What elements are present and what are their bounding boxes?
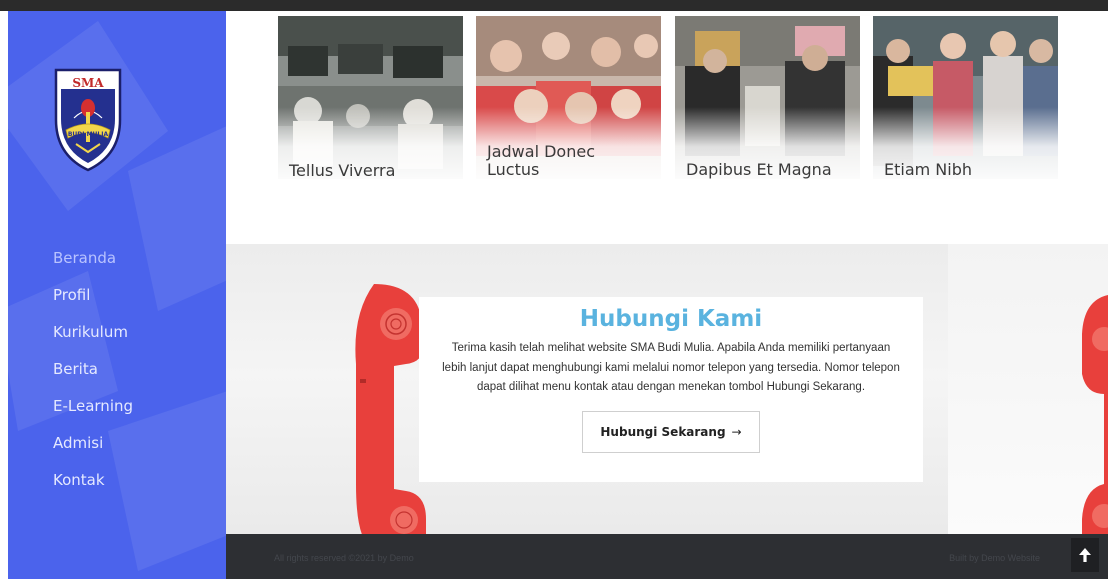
contact-title: Hubungi Kami (579, 306, 763, 332)
nav-item-beranda[interactable]: Beranda (8, 248, 226, 285)
telephone-handset-icon (1082, 295, 1108, 534)
contact-now-button[interactable]: Hubungi Sekarang → (582, 410, 760, 453)
contact-description: Terima kasih telah melihat website SMA B… (442, 342, 900, 393)
gallery-section: Tellus Viverra Jadwal Donec Luctus Dapib… (226, 11, 1108, 244)
arrow-up-icon (1079, 548, 1091, 562)
nav-item-kurikulum[interactable]: Kurikulum (8, 322, 226, 359)
nav-item-profil[interactable]: Profil (8, 285, 226, 322)
main-nav: Beranda Profil Kurikulum Berita E-Learni… (8, 248, 226, 507)
footer-copyright: All rights reserved ©2021 by Demo (274, 553, 414, 563)
gallery-card[interactable]: Jadwal Donec Luctus (476, 16, 661, 179)
card-caption: Dapibus Et Magna (686, 160, 832, 179)
contact-section: Hubungi Kami Terima kasih telah melihat … (226, 244, 1108, 534)
footer-credit[interactable]: Built by Demo Website (949, 553, 1040, 563)
scroll-to-top-button[interactable] (1071, 538, 1099, 572)
school-crest-icon[interactable]: SMA BUDI MULIA (52, 60, 124, 172)
nav-item-admisi[interactable]: Admisi (8, 433, 226, 470)
svg-text:SMA: SMA (72, 76, 104, 90)
nav-item-berita[interactable]: Berita (8, 359, 226, 396)
svg-text:BUDI MULIA: BUDI MULIA (68, 131, 109, 138)
card-caption: Jadwal Donec Luctus (487, 142, 595, 179)
gallery-card[interactable]: Dapibus Et Magna (675, 16, 860, 179)
footer: All rights reserved ©2021 by Demo Built … (226, 534, 1108, 579)
gallery-card[interactable]: Etiam Nibh (873, 16, 1058, 179)
sidebar: SMA BUDI MULIA Beranda Profil Kurikulum … (8, 11, 226, 579)
page: SMA BUDI MULIA Beranda Profil Kurikulum … (0, 0, 1108, 579)
card-caption: Etiam Nibh (884, 160, 973, 179)
contact-card: Hubungi Kami Terima kasih telah melihat … (419, 297, 923, 482)
contact-now-button-label: Hubungi Sekarang (600, 424, 726, 439)
gallery-card[interactable]: Tellus Viverra (278, 16, 463, 179)
top-border (0, 0, 1108, 11)
nav-item-e-learning[interactable]: E-Learning (8, 396, 226, 433)
nav-item-kontak[interactable]: Kontak (8, 470, 226, 507)
card-caption: Tellus Viverra (289, 161, 396, 180)
arrow-right-icon: → (731, 424, 742, 439)
left-margin (0, 11, 8, 579)
